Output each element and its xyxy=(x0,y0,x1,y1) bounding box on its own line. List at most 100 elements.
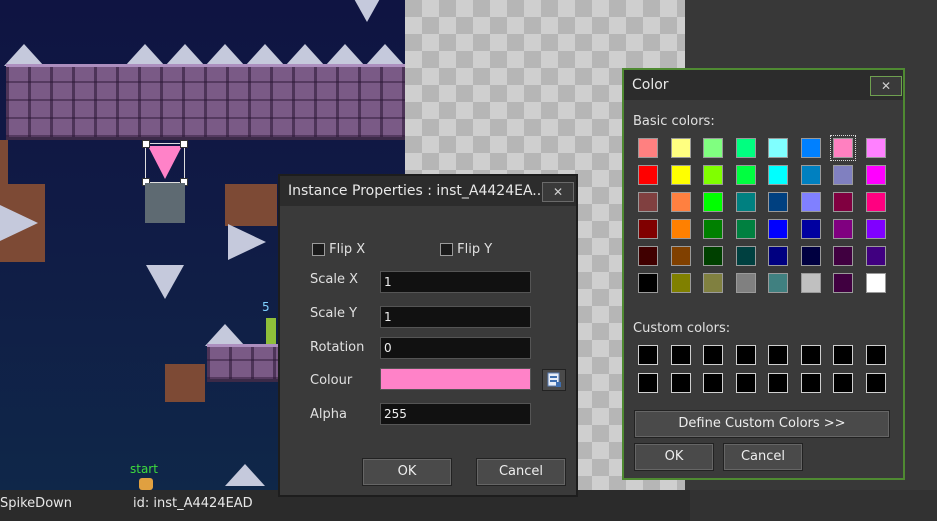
basic-color-swatch[interactable] xyxy=(670,165,691,185)
gray-block[interactable] xyxy=(145,183,185,223)
basic-color-swatch[interactable] xyxy=(638,192,658,212)
scale-y-input[interactable]: 1 xyxy=(380,306,531,328)
basic-color-swatch[interactable] xyxy=(703,192,723,212)
basic-color-swatch[interactable] xyxy=(638,138,658,158)
scale-x-input[interactable]: 1 xyxy=(380,271,531,293)
basic-color-swatch[interactable] xyxy=(768,246,788,266)
color-ok-button[interactable]: OK xyxy=(634,443,714,471)
custom-color-swatch[interactable] xyxy=(638,345,658,365)
dirt-block[interactable] xyxy=(225,184,277,226)
basic-color-swatch[interactable] xyxy=(703,219,723,239)
basic-color-swatch[interactable] xyxy=(865,192,886,212)
basic-color-swatch[interactable] xyxy=(833,246,853,266)
basic-color-swatch[interactable] xyxy=(833,219,853,239)
player-start-icon[interactable] xyxy=(139,478,153,490)
spike-up[interactable] xyxy=(225,464,265,486)
green-object[interactable] xyxy=(266,318,276,344)
dirt-block[interactable] xyxy=(165,364,205,402)
ok-button[interactable]: OK xyxy=(362,458,452,486)
basic-color-swatch[interactable] xyxy=(800,192,821,212)
custom-color-swatch[interactable] xyxy=(833,345,853,365)
basic-color-swatch[interactable] xyxy=(768,192,788,212)
rotation-input[interactable]: 0 xyxy=(380,337,531,359)
basic-color-swatch[interactable] xyxy=(865,273,886,293)
basic-color-swatch[interactable] xyxy=(865,219,886,239)
basic-color-swatch[interactable] xyxy=(703,273,723,293)
spike-up[interactable] xyxy=(365,44,405,66)
basic-color-swatch[interactable] xyxy=(800,219,821,239)
basic-color-swatch[interactable] xyxy=(768,273,788,293)
basic-color-swatch[interactable] xyxy=(800,165,821,185)
custom-color-swatch[interactable] xyxy=(800,373,821,393)
spike-down[interactable] xyxy=(146,265,184,299)
flip-x-checkbox[interactable]: Flip X xyxy=(312,242,365,257)
basic-color-swatch[interactable] xyxy=(833,192,853,212)
close-button[interactable]: ✕ xyxy=(542,182,574,202)
basic-color-swatch[interactable] xyxy=(865,246,886,266)
basic-color-swatch[interactable] xyxy=(703,165,723,185)
basic-color-swatch[interactable] xyxy=(768,138,788,158)
color-dialog-titlebar[interactable]: Color xyxy=(624,70,903,100)
spike-up[interactable] xyxy=(285,44,325,66)
cancel-button[interactable]: Cancel xyxy=(476,458,566,486)
flip-y-checkbox[interactable]: Flip Y xyxy=(440,242,492,257)
spike-up[interactable] xyxy=(205,324,245,346)
flip-y-check[interactable] xyxy=(440,243,453,256)
custom-color-swatch[interactable] xyxy=(638,373,658,393)
basic-color-swatch[interactable] xyxy=(670,246,691,266)
custom-color-swatch[interactable] xyxy=(865,373,886,393)
basic-color-swatch[interactable] xyxy=(800,138,821,158)
basic-color-swatch[interactable] xyxy=(670,219,691,239)
spike-up[interactable] xyxy=(125,44,165,66)
basic-color-swatch[interactable] xyxy=(735,165,756,185)
spike-up[interactable] xyxy=(325,44,365,66)
spike-right[interactable] xyxy=(0,205,38,241)
custom-color-swatch[interactable] xyxy=(768,345,788,365)
custom-color-swatch[interactable] xyxy=(768,373,788,393)
custom-color-swatch[interactable] xyxy=(703,373,723,393)
basic-color-swatch[interactable] xyxy=(670,138,691,158)
basic-color-swatch[interactable] xyxy=(638,165,658,185)
alpha-input[interactable]: 255 xyxy=(380,403,531,425)
custom-color-swatch[interactable] xyxy=(703,345,723,365)
basic-color-swatch[interactable] xyxy=(638,273,658,293)
custom-color-swatch[interactable] xyxy=(833,373,853,393)
colour-picker-button[interactable] xyxy=(542,369,566,391)
brick-platform[interactable] xyxy=(6,64,405,140)
spike-up[interactable] xyxy=(165,44,205,66)
basic-color-swatch[interactable] xyxy=(768,165,788,185)
resize-handle[interactable] xyxy=(142,140,150,148)
instance-properties-titlebar[interactable]: Instance Properties : inst_A4424EA... xyxy=(280,176,576,206)
define-custom-colors-button[interactable]: Define Custom Colors >> xyxy=(634,410,890,438)
basic-color-swatch[interactable] xyxy=(735,192,756,212)
dirt-block[interactable] xyxy=(0,140,8,184)
brick-platform[interactable] xyxy=(207,344,287,382)
spike-up[interactable] xyxy=(245,44,285,66)
spike-up[interactable] xyxy=(205,44,245,66)
basic-color-swatch[interactable] xyxy=(735,273,756,293)
resize-handle[interactable] xyxy=(180,140,188,148)
spike-down[interactable] xyxy=(348,0,386,22)
basic-color-swatch[interactable] xyxy=(833,165,853,185)
custom-color-swatch[interactable] xyxy=(670,345,691,365)
colour-swatch[interactable] xyxy=(380,368,531,390)
spike-right[interactable] xyxy=(228,224,266,260)
custom-color-swatch[interactable] xyxy=(670,373,691,393)
basic-color-swatch[interactable] xyxy=(638,246,658,266)
basic-color-swatch[interactable] xyxy=(670,192,691,212)
basic-color-swatch[interactable] xyxy=(670,273,691,293)
basic-color-swatch[interactable] xyxy=(833,273,853,293)
color-cancel-button[interactable]: Cancel xyxy=(723,443,803,471)
basic-color-swatch[interactable] xyxy=(703,246,723,266)
color-close-button[interactable]: ✕ xyxy=(870,76,902,96)
custom-color-swatch[interactable] xyxy=(800,345,821,365)
basic-color-swatch[interactable] xyxy=(638,219,658,239)
basic-color-swatch[interactable] xyxy=(735,246,756,266)
spike-up[interactable] xyxy=(4,44,44,66)
basic-color-swatch[interactable] xyxy=(800,246,821,266)
basic-color-swatch[interactable] xyxy=(865,165,886,185)
custom-color-swatch[interactable] xyxy=(735,345,756,365)
basic-color-swatch[interactable] xyxy=(830,135,856,161)
custom-color-swatch[interactable] xyxy=(865,345,886,365)
basic-color-swatch[interactable] xyxy=(800,273,821,293)
